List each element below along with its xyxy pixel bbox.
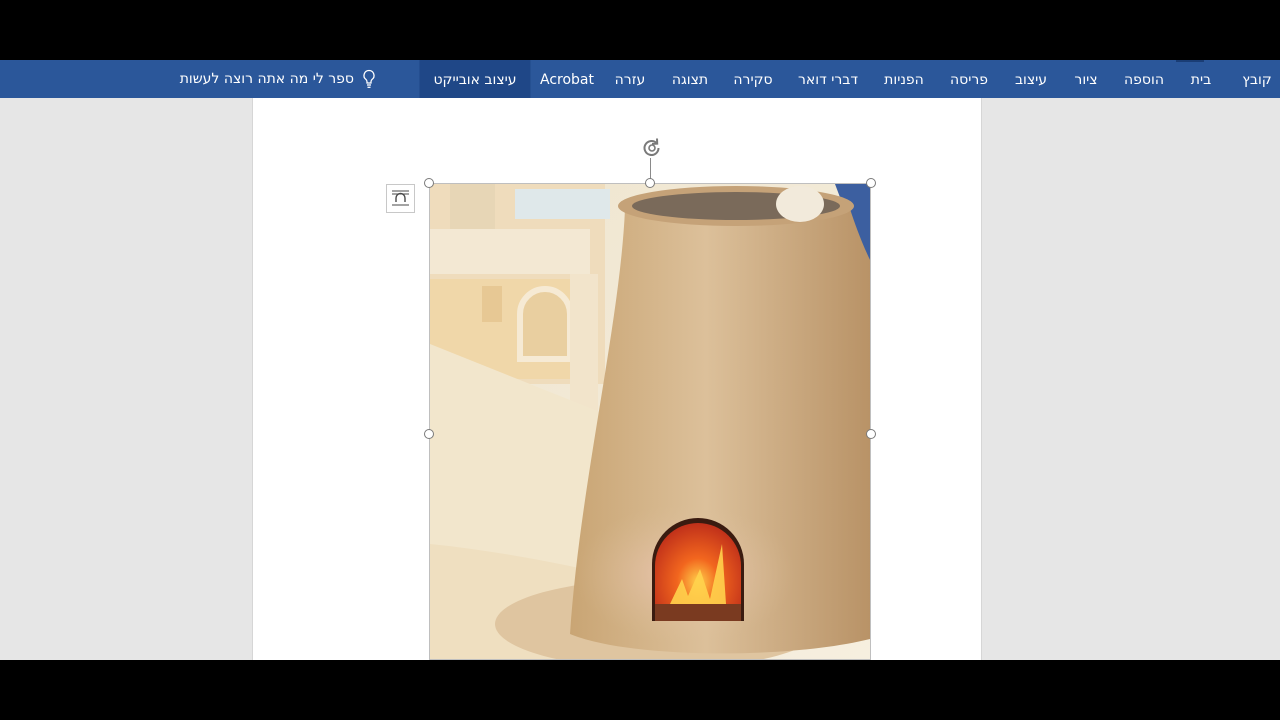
video-letterbox-bottom <box>0 660 1280 720</box>
tab-help[interactable]: עזרה <box>615 60 646 98</box>
tab-layout[interactable]: פריסה <box>950 60 988 98</box>
tell-me-label: ספר לי מה אתה רוצה לעשות <box>179 71 354 87</box>
lightbulb-icon <box>363 69 375 88</box>
layout-options-button[interactable] <box>386 184 415 213</box>
rotate-handle-icon[interactable] <box>639 136 665 160</box>
tell-me-search[interactable]: ספר לי מה אתה רוצה לעשות <box>180 60 376 98</box>
video-letterbox-top <box>0 0 1280 60</box>
tab-insert[interactable]: הוספה <box>1124 60 1164 98</box>
tab-file[interactable]: קובץ <box>1242 60 1271 98</box>
tab-review[interactable]: סקירה <box>733 60 772 98</box>
clay-oven-illustration <box>430 184 870 659</box>
resize-handle-left[interactable] <box>424 429 434 439</box>
tab-references[interactable]: הפניות <box>884 60 924 98</box>
tab-mailings[interactable]: דברי דואר <box>798 60 858 98</box>
ribbon-tab-bar: קובץ בית הוספה ציור עיצוב פריסה הפניות ד… <box>0 60 1280 98</box>
tab-view[interactable]: תצוגה <box>672 60 708 98</box>
tab-acrobat[interactable]: Acrobat <box>540 60 594 98</box>
resize-handle-top[interactable] <box>645 178 655 188</box>
selected-picture[interactable] <box>429 183 871 660</box>
tab-home[interactable]: בית <box>1191 60 1211 98</box>
tab-draw[interactable]: ציור <box>1074 60 1097 98</box>
resize-handle-right[interactable] <box>866 429 876 439</box>
resize-handle-top-right[interactable] <box>866 178 876 188</box>
resize-handle-top-left[interactable] <box>424 178 434 188</box>
text-wrap-icon <box>392 190 409 206</box>
tab-design[interactable]: עיצוב <box>1015 60 1047 98</box>
tab-picture-format[interactable]: עיצוב אובייקט <box>419 60 531 98</box>
